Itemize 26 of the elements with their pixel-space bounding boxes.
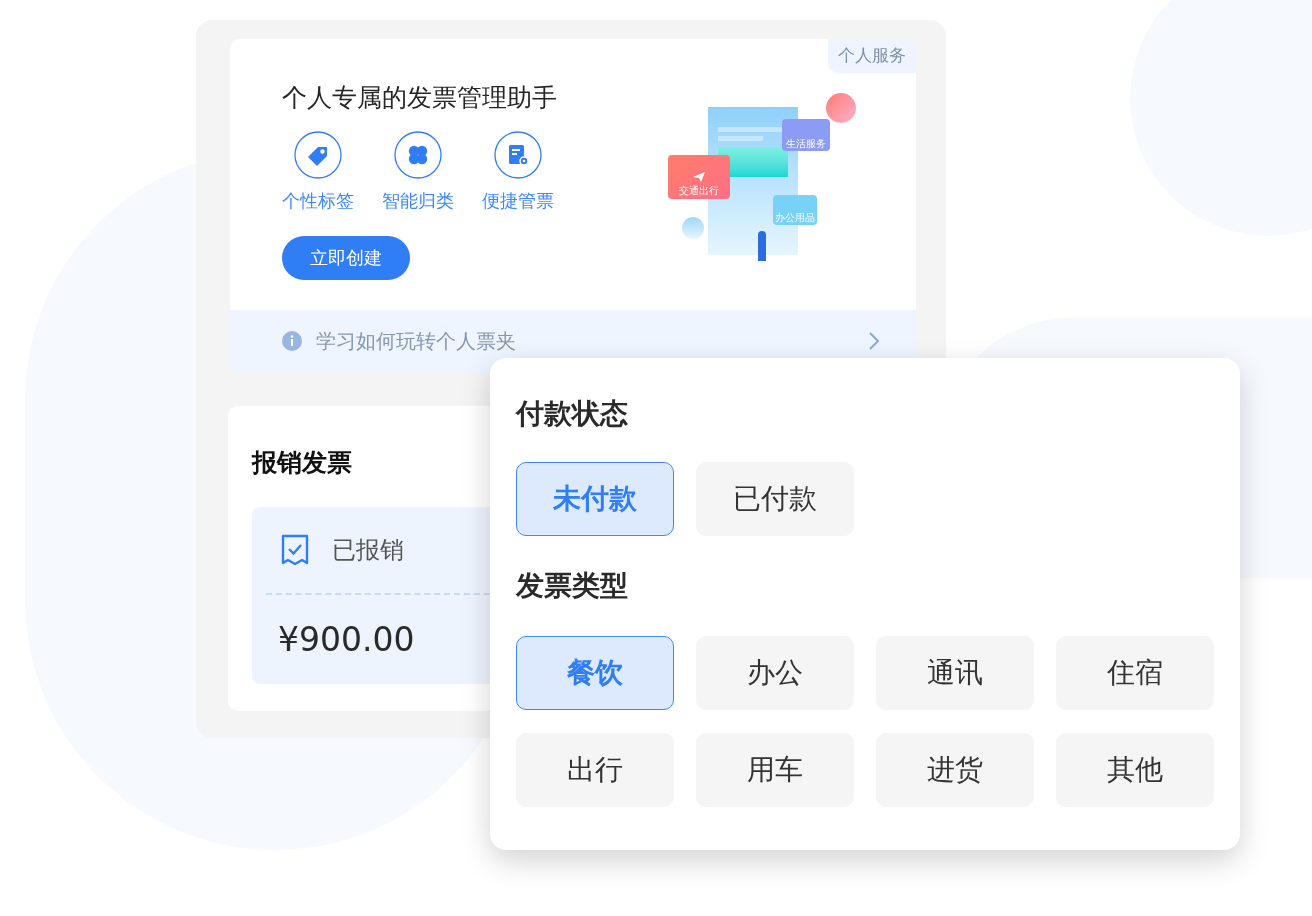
filter-option[interactable]: 其他 [1056,733,1214,807]
tip-text: 学习如何玩转个人票夹 [316,328,516,355]
filter-option[interactable]: 通讯 [876,636,1034,710]
feature-label: 便捷管票 [482,188,554,213]
feature-label: 智能归类 [382,188,454,213]
create-button[interactable]: 立即创建 [282,235,410,280]
clover-icon [394,130,442,179]
filter-option[interactable]: 办公 [696,636,854,710]
section-title: 报销发票 [252,446,353,479]
filter-option[interactable]: 用车 [696,733,854,807]
filter-option[interactable]: 出行 [516,733,674,807]
filter-option[interactable]: 进货 [876,733,1034,807]
document-icon [494,130,542,179]
filter-heading: 发票类型 [516,568,629,604]
amount-text: ¥900.00 [278,618,415,661]
feature-label: 个性标签 [282,188,354,213]
chevron-right-icon [868,331,880,351]
tag-icon [294,130,342,179]
invoice-illustration: 生活服务 交通出行 办公用品 [666,89,866,270]
filter-heading: 付款状态 [516,396,629,432]
card-title: 个人专属的发票管理助手 [282,82,557,114]
status-label: 已报销 [332,535,404,566]
filter-option[interactable]: 已付款 [696,462,854,536]
info-icon [282,331,302,351]
filter-option[interactable]: 住宿 [1056,636,1214,710]
service-badge: 个人服务 [828,39,916,73]
